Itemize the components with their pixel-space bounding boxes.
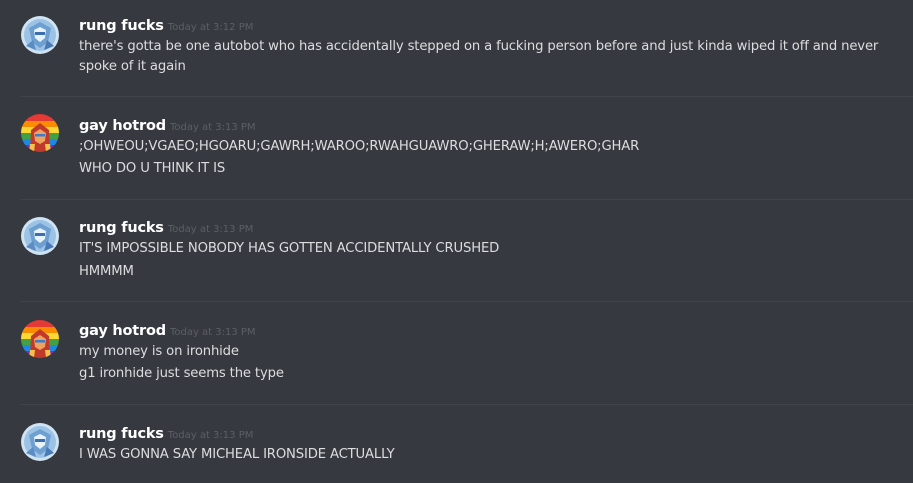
message-text: IT'S IMPOSSIBLE NOBODY HAS GOTTEN ACCIDE… [79, 241, 500, 256]
hotrod-avatar-icon [21, 114, 59, 152]
hotrod-avatar-icon [21, 320, 59, 358]
message-text: I WAS GONNA SAY MICHEAL IRONSIDE ACTUALL… [79, 447, 395, 462]
message-text: there's gotta be one autobot who has acc… [79, 39, 879, 74]
message-header: gay hotrod Today at 3:13 PM [79, 320, 256, 340]
avatar[interactable] [21, 217, 59, 255]
message-group: rung fucks Today at 3:12 PM there's gotta… [0, 0, 913, 96]
message-header: rung fucks Today at 3:13 PM [79, 217, 253, 237]
avatar[interactable] [21, 423, 59, 461]
username[interactable]: gay hotrod [79, 118, 166, 134]
message-group: gay hotrod Today at 3:13 PM ;OHWEOU;VGAEO… [0, 97, 913, 199]
username[interactable]: gay hotrod [79, 323, 166, 339]
message-text: g1 ironhide just seems the type [79, 366, 284, 381]
avatar[interactable] [21, 16, 59, 54]
chat-messages: rung fucks Today at 3:12 PM there's gotta… [0, 0, 913, 483]
rung-avatar-icon [21, 217, 59, 255]
timestamp[interactable]: Today at 3:13 PM [168, 430, 254, 441]
message-header: rung fucks Today at 3:12 PM [79, 15, 253, 35]
message-group: rung fucks Today at 3:13 PM IT'S IMPOSSIB… [0, 200, 913, 302]
username[interactable]: rung fucks [79, 426, 164, 442]
timestamp[interactable]: Today at 3:13 PM [170, 327, 256, 338]
rung-avatar-icon [21, 16, 59, 54]
avatar[interactable] [21, 320, 59, 358]
avatar[interactable] [21, 114, 59, 152]
message-text: WHO DO U THINK IT IS [79, 161, 226, 176]
message-header: rung fucks Today at 3:13 PM [79, 423, 253, 443]
timestamp[interactable]: Today at 3:12 PM [168, 22, 254, 33]
message-header: gay hotrod Today at 3:13 PM [79, 115, 256, 135]
message-text: HMMMM [79, 264, 134, 279]
message-group: gay hotrod Today at 3:13 PM my money is o… [0, 302, 913, 404]
username[interactable]: rung fucks [79, 18, 164, 34]
username[interactable]: rung fucks [79, 220, 164, 236]
message-text: my money is on ironhide [79, 344, 239, 359]
timestamp[interactable]: Today at 3:13 PM [170, 122, 256, 133]
timestamp[interactable]: Today at 3:13 PM [168, 224, 254, 235]
message-group: rung fucks Today at 3:13 PM I WAS GONNA S… [0, 405, 913, 483]
rung-avatar-icon [21, 423, 59, 461]
message-text: ;OHWEOU;VGAEO;HGOARU;GAWRH;WAROO;RWAHGUA… [79, 139, 640, 154]
